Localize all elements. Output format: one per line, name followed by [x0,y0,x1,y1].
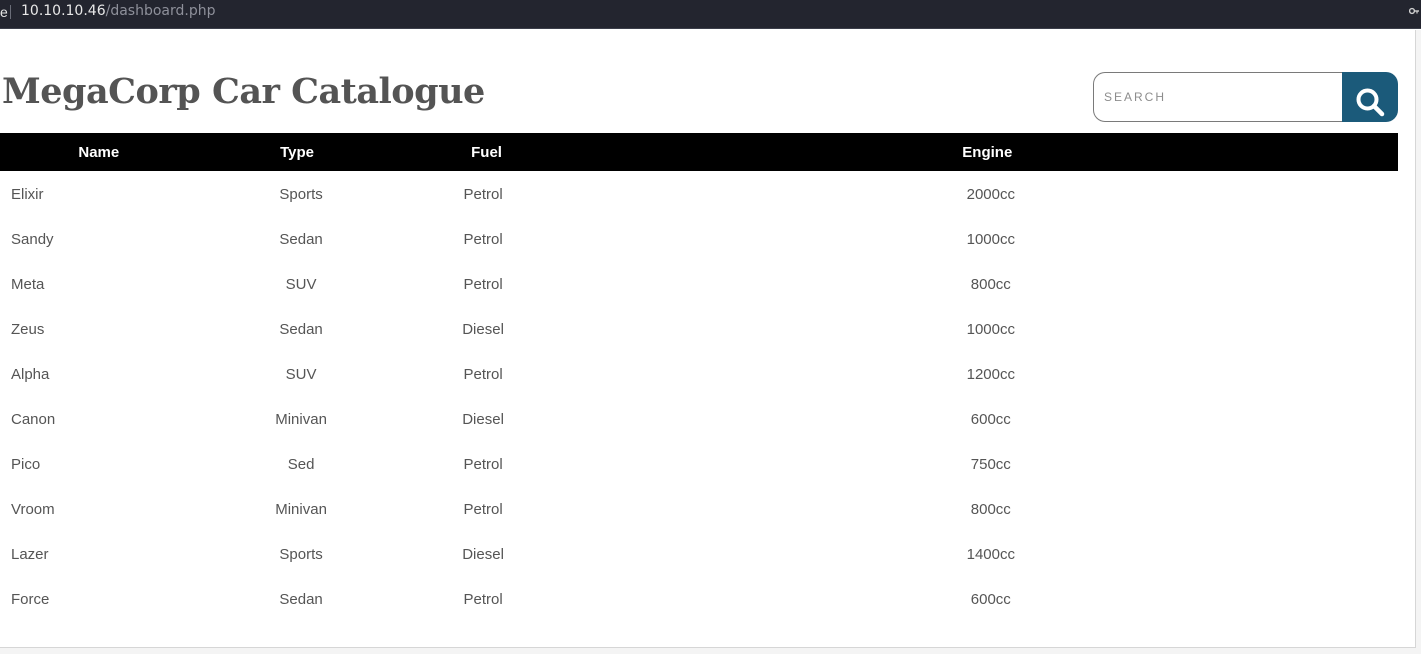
url-field[interactable]: 10.10.10.46/dashboard.php [21,3,215,20]
cell-type: Sports [279,185,323,203]
search-button[interactable] [1342,72,1398,122]
cell-name: Pico [11,456,41,473]
cell-type: SUV [285,366,317,383]
table-row: Elixir Sports Petrol 2000cc [0,171,1398,217]
page-content: MegaCorp Car Catalogue Name Type Fuel En… [0,30,1416,648]
cell-name: Force [11,591,50,608]
table-header-row: Name Type Fuel Engine [0,133,1398,171]
cell-fuel: Petrol [463,276,503,293]
cell-name: Zeus [11,321,45,338]
column-header-type: Type [197,133,397,171]
cell-fuel: Diesel [462,321,504,338]
cell-name: Canon [11,411,56,428]
window-bottom-edge [0,648,1421,654]
cell-type: Sports [279,546,323,563]
cell-engine: 800cc [970,276,1011,293]
cell-fuel: Diesel [462,546,504,563]
cell-name: Alpha [11,366,50,383]
cell-name: Lazer [11,546,49,563]
table-row: Vroom Minivan Petrol 800cc [0,487,1398,532]
search-input[interactable] [1093,72,1343,122]
page-title: MegaCorp Car Catalogue [2,71,485,112]
cell-type: Sedan [279,231,323,248]
url-path: /dashboard.php [105,3,216,19]
car-catalogue-table: Name Type Fuel Engine Elixir Sports Petr… [0,133,1398,622]
cell-name: Meta [11,276,45,293]
table-row: Force Sedan Petrol 600cc [0,577,1398,622]
cell-name: Vroom [11,501,55,518]
browser-address-bar: e 10.10.10.46/dashboard.php [0,0,1421,29]
cell-name: Elixir [11,185,44,203]
cell-engine: 600cc [970,591,1011,608]
search-form [1093,72,1398,122]
cell-type: Sed [287,456,315,473]
column-header-name: Name [0,133,198,171]
cell-fuel: Petrol [463,185,503,203]
column-header-engine: Engine [576,133,1398,171]
table-row: Canon Minivan Diesel 600cc [0,397,1398,442]
cell-engine: 2000cc [966,185,1015,203]
cell-type: Minivan [275,501,327,518]
cell-fuel: Petrol [463,501,503,518]
table-row: Lazer Sports Diesel 1400cc [0,532,1398,577]
cell-type: Sedan [279,591,323,608]
cell-engine: 1400cc [966,546,1015,563]
key-icon[interactable] [1409,6,1419,16]
address-bar-edge-glyph: e [0,4,8,20]
column-header-fuel: Fuel [396,133,577,171]
table-row: Pico Sed Petrol 750cc [0,442,1398,487]
cell-engine: 800cc [970,501,1011,518]
search-icon [1356,88,1385,116]
cell-fuel: Petrol [463,456,503,473]
cell-fuel: Petrol [463,231,503,248]
address-bar-separator [10,5,11,19]
cell-fuel: Petrol [463,591,503,608]
cell-type: Minivan [275,411,327,428]
url-host: 10.10.10.46 [21,3,106,19]
cell-fuel: Petrol [463,366,503,383]
table-row: Meta SUV Petrol 800cc [0,262,1398,307]
table-row: Alpha SUV Petrol 1200cc [0,352,1398,397]
cell-engine: 1000cc [966,321,1015,338]
cell-engine: 750cc [970,456,1011,473]
table-row: Sandy Sedan Petrol 1000cc [0,217,1398,262]
cell-type: SUV [285,276,317,293]
cell-engine: 1200cc [966,366,1015,383]
cell-type: Sedan [279,321,323,338]
window-right-edge [1416,30,1421,654]
cell-name: Sandy [11,231,54,248]
cell-fuel: Diesel [462,411,504,428]
cell-engine: 600cc [970,411,1011,428]
table-row: Zeus Sedan Diesel 1000cc [0,307,1398,352]
cell-engine: 1000cc [966,231,1015,248]
